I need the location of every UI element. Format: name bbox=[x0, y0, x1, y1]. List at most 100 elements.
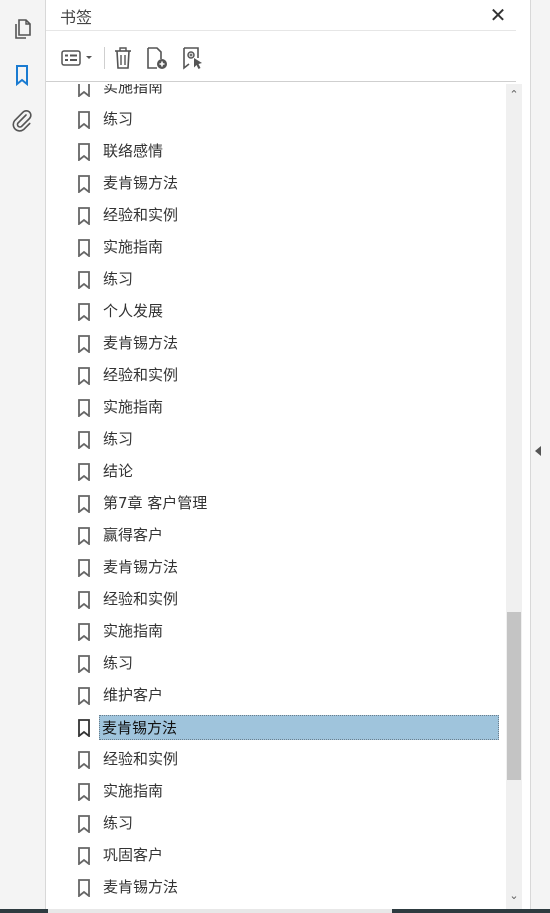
bookmark-icon bbox=[77, 527, 91, 546]
bookmark-icon bbox=[77, 84, 91, 98]
bookmark-label: 实施指南 bbox=[103, 398, 164, 416]
bookmark-label: 实施指南 bbox=[103, 238, 164, 256]
close-button[interactable]: ✕ bbox=[488, 5, 508, 25]
scrollbar-thumb[interactable] bbox=[507, 612, 521, 780]
horizontal-scroll-track bbox=[48, 909, 392, 913]
bookmarks-panel: 书签 ✕ 实施指南 练习 联络感情 麦肯锡方法 经验和实例 实施指南 练习 个人… bbox=[46, 0, 530, 913]
bookmark-item[interactable]: 麦肯锡方法 bbox=[46, 711, 506, 743]
bookmark-item[interactable]: 个人发展 bbox=[46, 295, 506, 327]
bookmark-item[interactable]: 麦肯锡方法 bbox=[46, 551, 506, 583]
bookmark-icon bbox=[77, 207, 91, 226]
bookmark-icon bbox=[77, 847, 91, 866]
bookmark-item[interactable]: 经验和实例 bbox=[46, 583, 506, 615]
bookmark-item[interactable]: 实施指南 bbox=[46, 615, 506, 647]
bookmark-label: 联络感情 bbox=[103, 142, 164, 160]
scroll-down-button[interactable]: ⌄ bbox=[506, 889, 522, 903]
pages-icon[interactable] bbox=[10, 17, 34, 41]
bookmark-item[interactable]: 练习 bbox=[46, 263, 506, 295]
bookmark-list: 实施指南 练习 联络感情 麦肯锡方法 经验和实例 实施指南 练习 个人发展 麦肯锡方法 经验和实例… bbox=[46, 84, 506, 903]
bookmark-item[interactable]: 练习 bbox=[46, 103, 506, 135]
bookmark-icon bbox=[77, 719, 91, 738]
bookmark-item[interactable]: 联络感情 bbox=[46, 135, 506, 167]
bookmark-item[interactable]: 实施指南 bbox=[46, 231, 506, 263]
bookmark-label: 经验和实例 bbox=[103, 206, 179, 224]
new-bookmark-button[interactable] bbox=[144, 45, 170, 71]
bookmark-icon bbox=[77, 111, 91, 130]
bookmark-label: 个人发展 bbox=[103, 302, 164, 320]
bookmark-icon bbox=[77, 335, 91, 354]
bookmark-icon bbox=[77, 271, 91, 290]
bookmark-label: 麦肯锡方法 bbox=[103, 558, 179, 576]
bookmark-icon bbox=[77, 687, 91, 706]
bookmark-item[interactable]: 练习 bbox=[46, 807, 506, 839]
bookmark-icon bbox=[77, 367, 91, 386]
bookmark-label: 赢得客户 bbox=[103, 526, 164, 544]
bookmark-item[interactable]: 麦肯锡方法 bbox=[46, 871, 506, 903]
navigation-pane-toolbar bbox=[0, 0, 46, 913]
bookmark-label: 麦肯锡方法 bbox=[103, 174, 179, 192]
bookmark-item[interactable]: 实施指南 bbox=[46, 775, 506, 807]
bookmark-icon bbox=[77, 879, 91, 898]
bookmarks-toolbar bbox=[46, 30, 516, 82]
bookmark-icon bbox=[77, 463, 91, 482]
bookmark-icon bbox=[77, 175, 91, 194]
bookmark-label: 巩固客户 bbox=[103, 846, 164, 864]
bookmark-item[interactable]: 经验和实例 bbox=[46, 359, 506, 391]
toolbar-separator bbox=[104, 47, 105, 69]
bookmark-label: 麦肯锡方法 bbox=[103, 334, 179, 352]
bookmark-icon[interactable] bbox=[10, 63, 34, 87]
bookmark-item[interactable]: 第7章 客户管理 bbox=[46, 487, 506, 519]
bookmark-icon bbox=[77, 559, 91, 578]
window-bottom-edge bbox=[0, 909, 550, 913]
bookmark-label: 实施指南 bbox=[103, 782, 164, 800]
bookmark-label: 练习 bbox=[103, 430, 134, 448]
scroll-up-button[interactable]: ⌃ bbox=[506, 88, 522, 102]
bookmark-icon bbox=[77, 783, 91, 802]
bookmark-icon bbox=[77, 815, 91, 834]
options-menu-icon bbox=[61, 50, 92, 66]
options-menu-button[interactable] bbox=[60, 45, 98, 71]
bookmark-icon bbox=[77, 303, 91, 322]
bookmark-item[interactable]: 麦肯锡方法 bbox=[46, 327, 506, 359]
bookmark-icon bbox=[77, 399, 91, 418]
vertical-scrollbar[interactable]: ⌃ ⌄ bbox=[506, 84, 522, 913]
new-bookmark-icon bbox=[147, 47, 167, 69]
bookmark-label: 练习 bbox=[103, 110, 134, 128]
bookmark-item[interactable]: 经验和实例 bbox=[46, 743, 506, 775]
bookmark-item[interactable]: 维护客户 bbox=[46, 679, 506, 711]
bookmark-from-selection-icon bbox=[183, 47, 202, 70]
bookmark-label: 实施指南 bbox=[103, 622, 164, 640]
bookmark-item[interactable]: 经验和实例 bbox=[46, 199, 506, 231]
bookmark-label: 经验和实例 bbox=[103, 590, 179, 608]
bookmark-label: 第7章 客户管理 bbox=[103, 494, 208, 512]
trash-icon bbox=[115, 47, 131, 69]
bookmark-from-selection-button[interactable] bbox=[180, 45, 206, 71]
panel-splitter[interactable] bbox=[530, 0, 550, 913]
bookmark-tree[interactable]: 实施指南 练习 联络感情 麦肯锡方法 经验和实例 实施指南 练习 个人发展 麦肯锡方法 经验和实例… bbox=[46, 84, 521, 913]
bookmark-label: 维护客户 bbox=[103, 686, 164, 704]
bookmark-label: 实施指南 bbox=[103, 84, 164, 96]
bookmark-item[interactable]: 巩固客户 bbox=[46, 839, 506, 871]
bookmark-label: 经验和实例 bbox=[103, 366, 179, 384]
bookmark-item[interactable]: 练习 bbox=[46, 647, 506, 679]
bookmark-item[interactable]: 练习 bbox=[46, 423, 506, 455]
bookmark-item[interactable]: 结论 bbox=[46, 455, 506, 487]
bookmark-icon bbox=[77, 655, 91, 674]
delete-bookmark-button[interactable] bbox=[112, 45, 134, 71]
bookmark-icon bbox=[77, 431, 91, 450]
collapse-arrow-icon[interactable] bbox=[535, 446, 541, 456]
bookmark-item[interactable]: 实施指南 bbox=[46, 84, 506, 103]
bookmark-label: 麦肯锡方法 bbox=[103, 878, 179, 896]
bookmark-icon bbox=[77, 495, 91, 514]
bookmark-item[interactable]: 赢得客户 bbox=[46, 519, 506, 551]
bookmark-label: 练习 bbox=[103, 270, 134, 288]
bookmark-label: 练习 bbox=[103, 654, 134, 672]
bookmark-item[interactable]: 实施指南 bbox=[46, 391, 506, 423]
attachment-icon[interactable] bbox=[10, 109, 34, 133]
bookmark-icon bbox=[77, 591, 91, 610]
panel-title: 书签 bbox=[60, 8, 93, 27]
bookmark-icon bbox=[77, 239, 91, 258]
bookmark-item[interactable]: 麦肯锡方法 bbox=[46, 167, 506, 199]
bookmark-icon bbox=[77, 623, 91, 642]
bookmark-label: 经验和实例 bbox=[103, 750, 179, 768]
